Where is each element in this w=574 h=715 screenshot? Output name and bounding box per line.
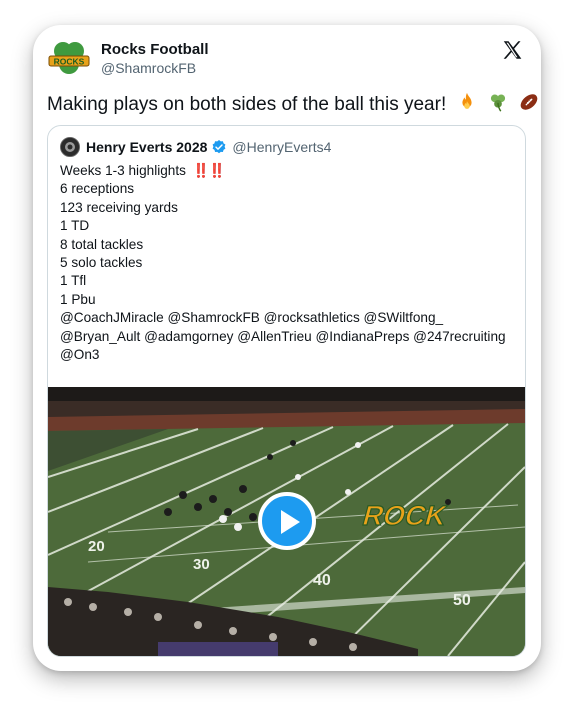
shamrock-logo-icon[interactable]: ROCKS (47, 39, 91, 79)
post-text-content: Making plays on both sides of the ball t… (47, 94, 447, 115)
endzone-text: ROCK (359, 500, 450, 531)
post-card: ROCKS Rocks Football @ShamrockFB Making … (33, 25, 541, 671)
author-handle[interactable]: @ShamrockFB (101, 60, 209, 78)
quoted-post[interactable]: Henry Everts 2028 @HenryEverts4 Weeks 1-… (47, 125, 526, 657)
quoted-post-header: Henry Everts 2028 @HenryEverts4 (60, 137, 331, 157)
text-line: 8 total tackles (60, 236, 144, 252)
avatar[interactable] (60, 137, 80, 157)
yard-number: 30 (193, 556, 210, 573)
yard-number: 50 (453, 592, 471, 609)
shamrock-icon (487, 91, 509, 119)
author-name[interactable]: Rocks Football (101, 41, 209, 60)
yard-number: 40 (313, 572, 331, 589)
play-icon (281, 510, 300, 534)
post-header: ROCKS Rocks Football @ShamrockFB (47, 39, 209, 79)
text-line: 5 solo tackles (60, 255, 143, 271)
mentions-line[interactable]: @Bryan_Ault @adamgorney @AllenTrieu @Ind… (60, 328, 506, 346)
x-logo-icon[interactable] (501, 39, 523, 61)
quoted-author-handle[interactable]: @HenryEverts4 (232, 139, 331, 155)
text-line: 123 receiving yards (60, 199, 178, 215)
football-icon (518, 91, 540, 119)
double-exclamation-icon: ‼️‼️ (192, 163, 226, 178)
text-line-content: Weeks 1-3 highlights (60, 163, 186, 178)
mentions-line[interactable]: @CoachJMiracle @ShamrockFB @rocksathleti… (60, 309, 506, 327)
text-line: 1 Pbu (60, 291, 96, 307)
text-line: 6 receptions (60, 181, 135, 197)
fire-icon (456, 91, 478, 119)
yard-number: 20 (88, 538, 105, 555)
text-line: 1 Tfl (60, 273, 87, 289)
quoted-post-text: Weeks 1-3 highlights ‼️‼️ 6 receptions 1… (60, 162, 506, 364)
verified-badge-icon (211, 139, 227, 155)
text-line: Weeks 1-3 highlights ‼️‼️ (60, 162, 506, 180)
play-button[interactable] (258, 492, 316, 550)
author-block: Rocks Football @ShamrockFB (101, 41, 209, 77)
video-player[interactable]: ROCK 20 30 40 50 (48, 387, 525, 656)
text-line: 1 TD (60, 218, 90, 234)
logo-text: ROCKS (54, 57, 85, 67)
post-text: Making plays on both sides of the ball t… (47, 91, 540, 119)
quoted-author-name[interactable]: Henry Everts 2028 (86, 139, 207, 155)
mentions-line[interactable]: @On3 (60, 346, 506, 364)
